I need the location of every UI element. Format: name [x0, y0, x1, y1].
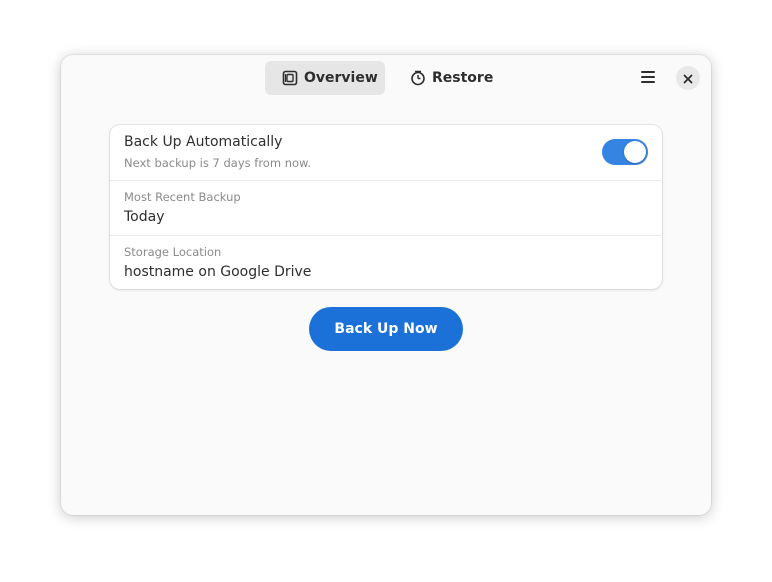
header-bar: Overview Restore	[61, 55, 711, 101]
hamburger-menu-icon	[640, 69, 656, 88]
close-button[interactable]	[676, 66, 700, 90]
storage-location-row: Storage Location hostname on Google Driv…	[110, 235, 662, 289]
storage-location-value: hostname on Google Drive	[124, 264, 312, 280]
tab-restore[interactable]: Restore	[393, 61, 503, 95]
close-icon	[683, 69, 693, 88]
switch-knob	[624, 141, 646, 163]
overview-icon	[282, 70, 298, 86]
recent-backup-label: Most Recent Backup	[124, 190, 241, 204]
recent-backup-row: Most Recent Backup Today	[110, 180, 662, 235]
main-menu-button[interactable]	[633, 65, 663, 91]
back-up-now-button[interactable]: Back Up Now	[309, 307, 463, 351]
auto-backup-title: Back Up Automatically	[124, 134, 283, 150]
storage-location-label: Storage Location	[124, 245, 222, 259]
backup-settings-list: Back Up Automatically Next backup is 7 d…	[110, 125, 662, 289]
tab-overview[interactable]: Overview	[265, 61, 385, 95]
auto-backup-switch[interactable]	[602, 139, 648, 165]
clock-icon	[410, 70, 426, 86]
tab-restore-label: Restore	[432, 70, 494, 86]
app-window: Overview Restore Back Up Automatically N…	[61, 55, 711, 515]
auto-backup-row[interactable]: Back Up Automatically Next backup is 7 d…	[110, 125, 662, 180]
auto-backup-subtitle: Next backup is 7 days from now.	[124, 156, 312, 170]
recent-backup-value: Today	[124, 209, 165, 225]
tab-overview-label: Overview	[304, 70, 378, 86]
